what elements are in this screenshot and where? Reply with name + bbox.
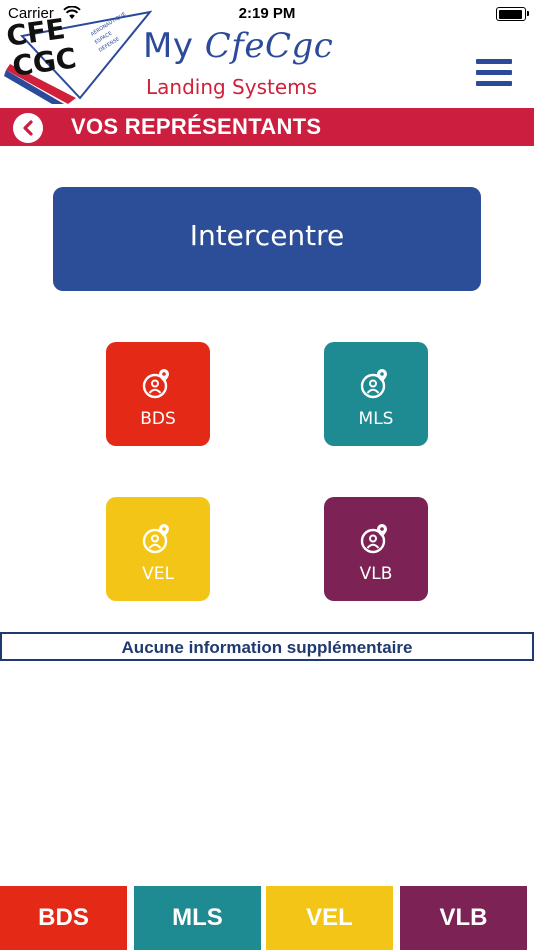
- hamburger-menu-button[interactable]: [476, 57, 512, 89]
- person-pin-icon: [360, 524, 387, 554]
- bottom-tab-label: BDS: [38, 904, 89, 931]
- app-title: My CfeCgc: [143, 26, 333, 66]
- tile-label: MLS: [358, 409, 394, 429]
- tile-label: VEL: [142, 564, 174, 584]
- hamburger-icon-bar: [476, 81, 512, 86]
- back-button[interactable]: [13, 113, 43, 143]
- cfe-cgc-logo: CFE CGC AÉRONAUTIQUE ESPACE DÉFENSE: [4, 10, 152, 104]
- tile-mls[interactable]: MLS: [324, 342, 428, 446]
- tile-vlb[interactable]: VLB: [324, 497, 428, 601]
- app-subtitle: Landing Systems: [146, 75, 318, 99]
- bottom-tab-label: VLB: [439, 904, 488, 931]
- tile-label: VLB: [359, 564, 393, 584]
- hamburger-icon: [476, 59, 512, 64]
- intercentre-button[interactable]: Intercentre: [53, 187, 481, 291]
- bottom-tab-label: MLS: [172, 904, 223, 931]
- app-title-prefix: My: [143, 26, 194, 66]
- person-pin-icon: [142, 369, 169, 399]
- info-text: Aucune information supplémentaire: [121, 638, 413, 657]
- bottom-tab-bds[interactable]: BDS: [0, 886, 127, 950]
- app-title-brand: CfeCgc: [204, 26, 334, 66]
- bottom-tab-vel[interactable]: VEL: [266, 886, 393, 950]
- chevron-left-icon: [23, 120, 33, 136]
- intercentre-label: Intercentre: [189, 219, 345, 252]
- page-title-bar: VOS REPRÉSENTANTS: [0, 108, 534, 146]
- tile-label: BDS: [140, 409, 176, 429]
- tile-vel[interactable]: VEL: [106, 497, 210, 601]
- bottom-tab-label: VEL: [306, 904, 353, 931]
- tile-bds[interactable]: BDS: [106, 342, 210, 446]
- info-box: Aucune information supplémentaire: [0, 632, 534, 661]
- bottom-tab-mls[interactable]: MLS: [134, 886, 261, 950]
- hamburger-icon-bar: [476, 70, 512, 75]
- page-title: VOS REPRÉSENTANTS: [71, 114, 322, 139]
- person-pin-icon: [142, 524, 169, 554]
- bottom-tab-vlb[interactable]: VLB: [400, 886, 527, 950]
- person-pin-icon: [360, 369, 387, 399]
- app-header: CFE CGC AÉRONAUTIQUE ESPACE DÉFENSE My C…: [0, 0, 534, 108]
